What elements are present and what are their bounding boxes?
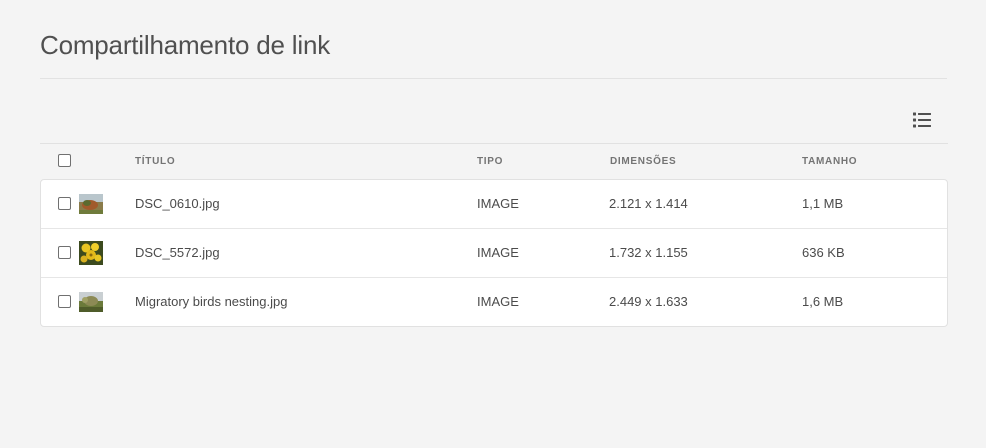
- column-header-title[interactable]: TÍTULO: [135, 156, 175, 167]
- table-body: DSC_0610.jpg IMAGE 2.121 x 1.414 1,1 MB …: [40, 179, 948, 327]
- yellow-flowers-thumbnail: [79, 241, 103, 265]
- assets-table: TÍTULO TIPO DIMENSÕES TAMANHO DSC_0610.j…: [40, 143, 948, 327]
- file-title[interactable]: DSC_5572.jpg: [135, 245, 220, 260]
- table-row[interactable]: DSC_5572.jpg IMAGE 1.732 x 1.155 636 KB: [41, 228, 947, 277]
- file-dimensions: 1.732 x 1.155: [609, 245, 688, 260]
- row-select-checkbox[interactable]: [58, 197, 71, 210]
- file-title[interactable]: Migratory birds nesting.jpg: [135, 294, 287, 309]
- file-size: 636 KB: [802, 245, 845, 260]
- birds-nesting-thumbnail: [79, 290, 103, 314]
- landscape-thumbnail: [79, 192, 103, 216]
- column-header-dimensions[interactable]: DIMENSÕES: [610, 156, 676, 167]
- file-type: IMAGE: [477, 196, 519, 211]
- file-dimensions: 2.121 x 1.414: [609, 196, 688, 211]
- row-select-checkbox[interactable]: [58, 246, 71, 259]
- table-row[interactable]: DSC_0610.jpg IMAGE 2.121 x 1.414 1,1 MB: [41, 180, 947, 228]
- file-title[interactable]: DSC_0610.jpg: [135, 196, 220, 211]
- file-type: IMAGE: [477, 245, 519, 260]
- page-title: Compartilhamento de link: [40, 30, 331, 60]
- file-dimensions: 2.449 x 1.633: [609, 294, 688, 309]
- row-select-checkbox[interactable]: [58, 295, 71, 308]
- table-header: TÍTULO TIPO DIMENSÕES TAMANHO: [40, 143, 948, 179]
- column-header-size[interactable]: TAMANHO: [802, 156, 857, 167]
- column-header-type[interactable]: TIPO: [477, 156, 503, 167]
- title-divider: [40, 78, 947, 79]
- select-all-checkbox[interactable]: [58, 154, 71, 167]
- file-size: 1,6 MB: [802, 294, 844, 309]
- list-view-icon: [913, 112, 931, 128]
- table-row[interactable]: Migratory birds nesting.jpg IMAGE 2.449 …: [41, 277, 947, 326]
- file-size: 1,1 MB: [802, 196, 844, 211]
- list-view-toggle-button[interactable]: [910, 108, 934, 132]
- file-type: IMAGE: [477, 294, 519, 309]
